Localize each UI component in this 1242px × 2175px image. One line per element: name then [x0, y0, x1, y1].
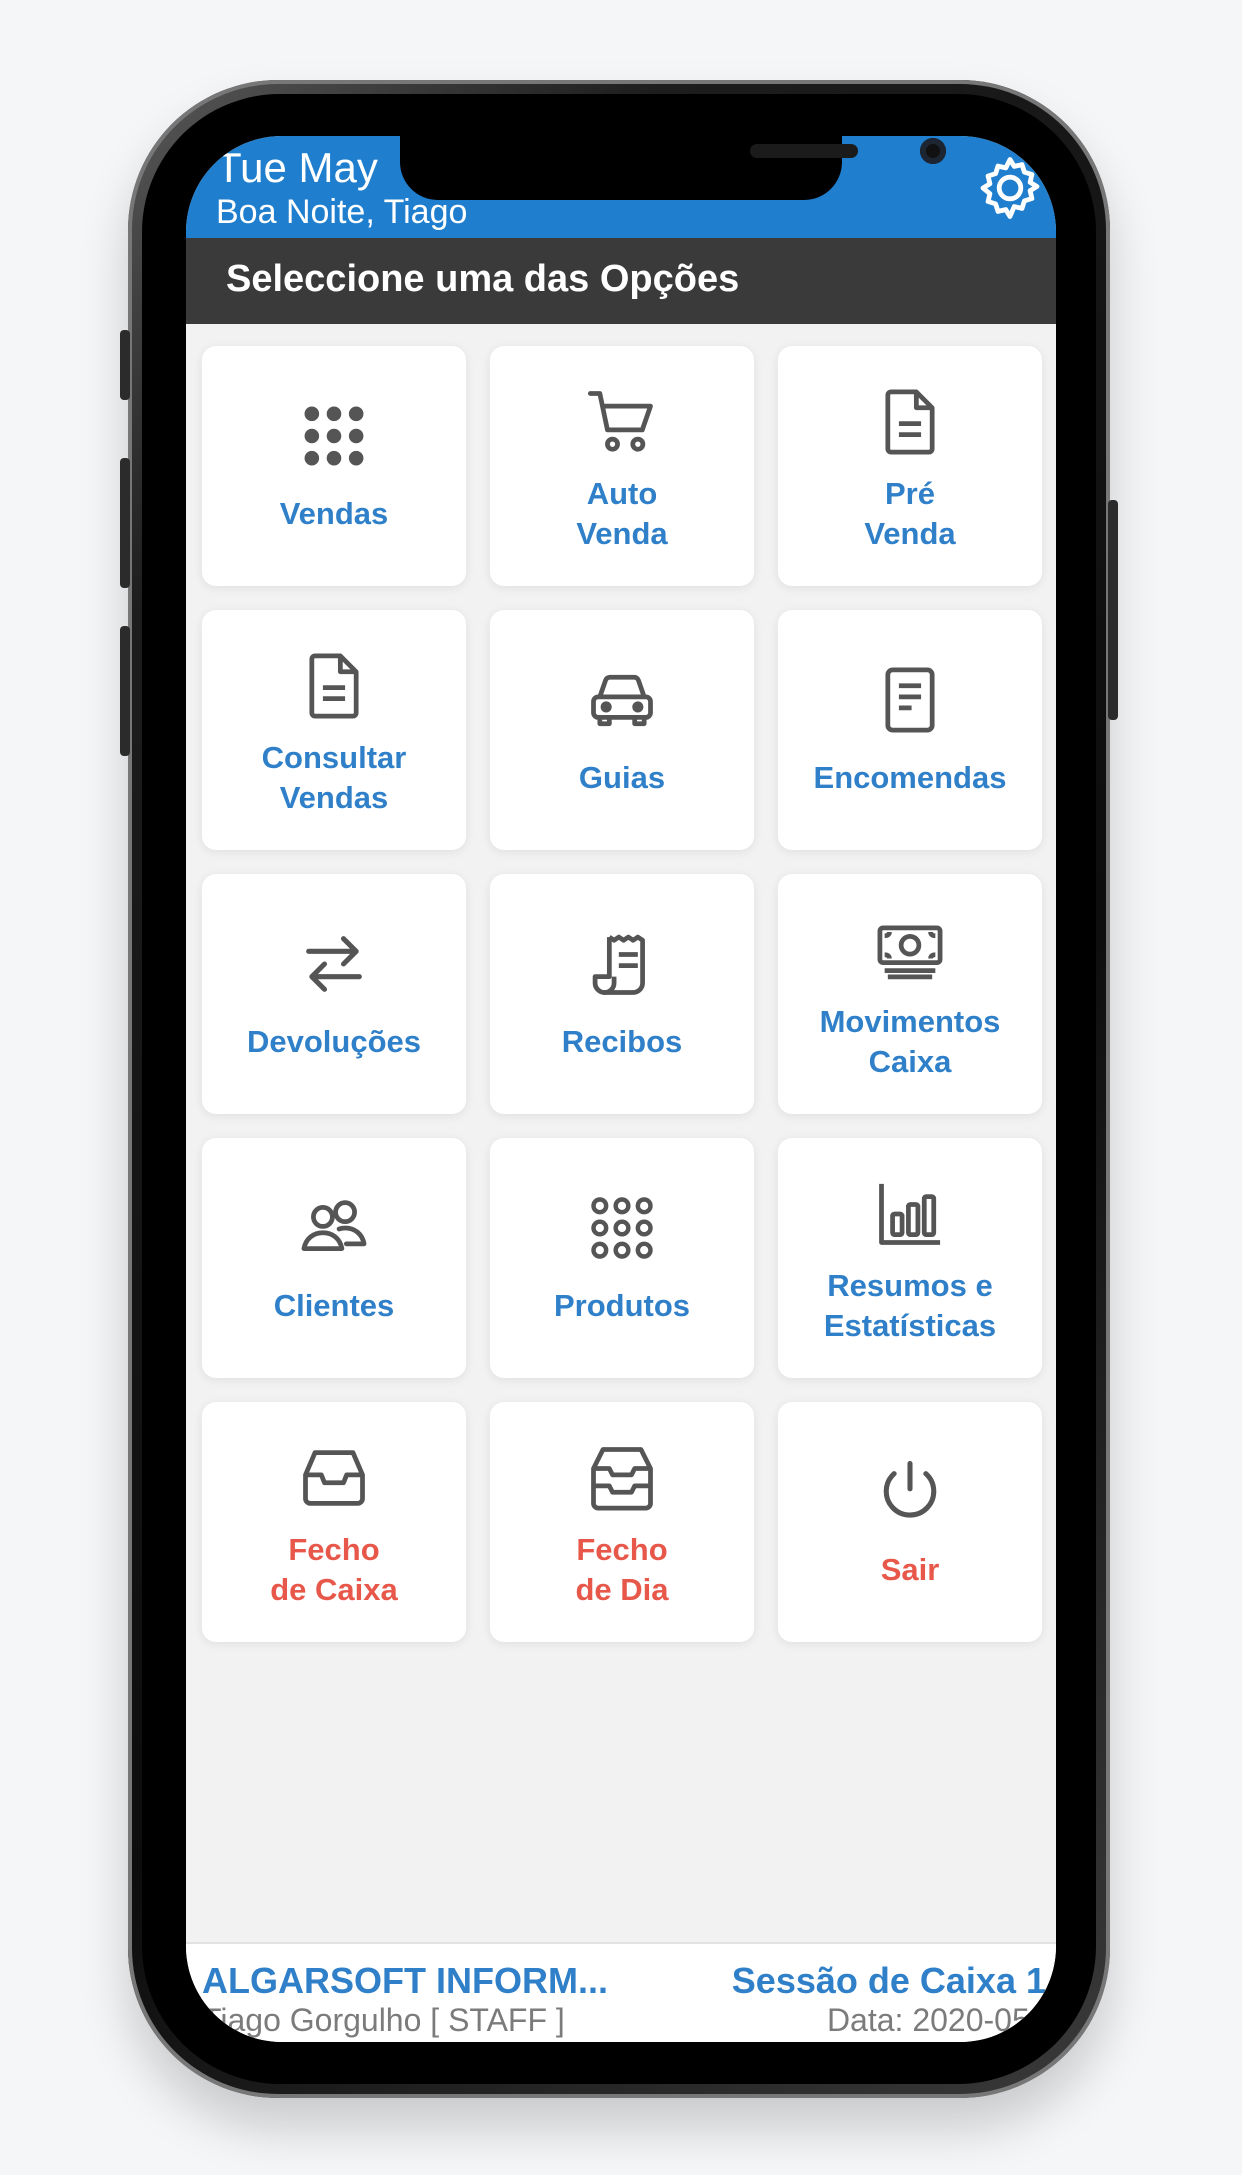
tile-label: Pré Venda	[864, 476, 956, 551]
document-list-icon	[885, 667, 935, 733]
menu-tile-movimentos-caixa[interactable]: Movimentos Caixa	[778, 874, 1042, 1114]
menu-tile-pre-venda[interactable]: Pré Venda	[778, 346, 1042, 586]
menu-tile-encomendas[interactable]: Encomendas	[778, 610, 1042, 850]
tile-label: Sair	[880, 1552, 940, 1587]
options-title: Seleccione uma das Opções	[226, 258, 740, 300]
device-notch	[400, 136, 946, 200]
session-footer: ALGARSOFT INFORM... Tiago Gorgulho [ STA…	[186, 1942, 1056, 2042]
bar-chart-icon	[879, 1183, 941, 1245]
receipt-icon	[592, 934, 645, 995]
cart-icon	[587, 391, 653, 452]
tile-label: Produtos	[553, 1288, 691, 1323]
power-button-hw	[1108, 500, 1118, 720]
menu-tile-guias[interactable]: Guias	[490, 610, 754, 850]
tile-label: Auto Venda	[576, 476, 668, 551]
user-info: Tiago Gorgulho [ STAFF ]	[202, 2002, 565, 2038]
menu-tile-fecho-dia[interactable]: Fecho de Dia	[490, 1402, 754, 1642]
tile-label: Resumos e Estatísticas	[823, 1268, 997, 1343]
menu-tile-auto-venda[interactable]: Auto Venda	[490, 346, 754, 586]
company-name: ALGARSOFT INFORM...	[202, 1960, 608, 2001]
volume-down-button-hw	[120, 626, 130, 756]
power-icon	[883, 1460, 937, 1518]
tile-label: Clientes	[273, 1288, 395, 1323]
tile-label: Vendas	[279, 496, 389, 531]
menu-tile-resumos-estatisticas[interactable]: Resumos e Estatísticas	[778, 1138, 1042, 1378]
tile-label: Fecho de Caixa	[270, 1532, 398, 1607]
people-icon	[301, 1200, 367, 1251]
inbox-icon	[303, 1450, 365, 1506]
document-icon	[885, 389, 935, 455]
grid-dots-outline-icon	[591, 1197, 653, 1259]
session-name: Sessão de Caixa 1	[731, 1960, 1046, 2001]
grid-dots-filled-icon	[304, 406, 364, 466]
front-camera	[920, 138, 946, 164]
volume-up-button-hw	[120, 458, 130, 588]
menu-tile-produtos[interactable]: Produtos	[490, 1138, 754, 1378]
tile-label: Recibos	[561, 1024, 683, 1059]
menu-tile-sair[interactable]: Sair	[778, 1402, 1042, 1642]
tile-label: Fecho de Dia	[575, 1532, 669, 1607]
archive-icon	[591, 1447, 653, 1511]
tile-label: Movimentos Caixa	[819, 1004, 1001, 1079]
menu-tile-vendas[interactable]: Vendas	[202, 346, 466, 586]
tile-label: Devoluções	[246, 1024, 421, 1059]
app-screen: Tue May Boa Noite, Tiago Seleccione uma …	[186, 136, 1056, 2042]
car-icon	[591, 674, 653, 727]
menu-tile-recibos[interactable]: Recibos	[490, 874, 754, 1114]
tile-label: Consultar Vendas	[261, 740, 407, 815]
speaker-grille	[750, 144, 858, 158]
menu-tile-fecho-caixa[interactable]: Fecho de Caixa	[202, 1402, 466, 1642]
menu-tile-clientes[interactable]: Clientes	[202, 1138, 466, 1378]
options-subheader: Seleccione uma das Opções	[186, 238, 1056, 324]
document-icon	[309, 653, 359, 719]
tile-label: Guias	[578, 760, 666, 795]
mute-switch-hw	[120, 330, 130, 400]
date-title: Tue May	[216, 144, 378, 191]
swap-arrows-icon	[306, 936, 362, 992]
gear-icon[interactable]	[974, 152, 1046, 224]
cash-icon	[877, 925, 943, 980]
tile-label: Encomendas	[813, 760, 1007, 795]
session-date: Data: 2020-05-05	[826, 2002, 1056, 2038]
menu-tile-consultar-vendas[interactable]: Consultar Vendas	[202, 610, 466, 850]
menu-tile-devolucoes[interactable]: Devoluções	[202, 874, 466, 1114]
